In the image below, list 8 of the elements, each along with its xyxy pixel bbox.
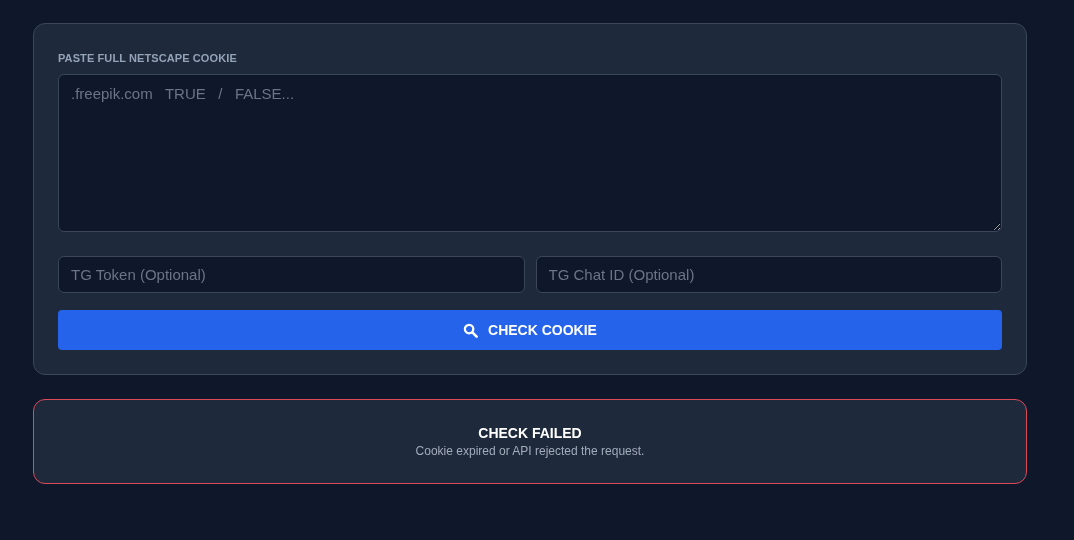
input-field[interactable]: TG Token (Optional) [58, 256, 525, 293]
check-button[interactable]: CHECK COOKIE [58, 310, 1002, 350]
input-field[interactable]: TG Chat ID (Optional) [535, 256, 1002, 293]
search-icon [463, 322, 479, 338]
result-title: CHECK FAILED [478, 425, 582, 441]
cookie-label: PASTE FULL NETSCAPE COOKIE [58, 52, 238, 64]
cookie-textarea[interactable]: .freepik.com TRUE / FALSE... [58, 74, 1002, 232]
result-message: Cookie expired or API rejected the request. [415, 444, 645, 458]
